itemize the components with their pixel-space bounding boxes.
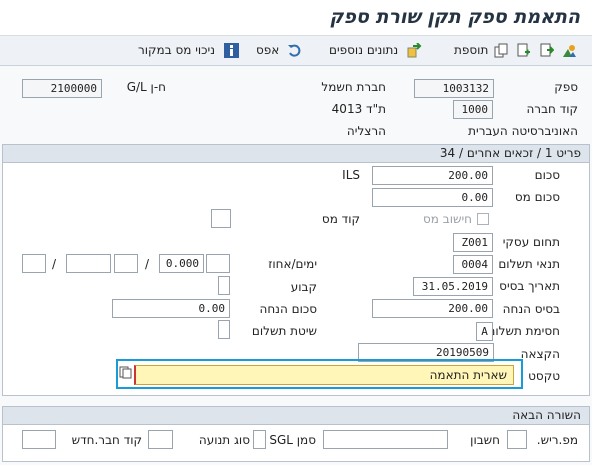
days-field-1[interactable]	[206, 254, 230, 273]
calc-tax-checkbox[interactable]	[477, 213, 489, 225]
amount-field[interactable]: 200.00	[372, 166, 493, 185]
withholding-tax-button[interactable]: ניכוי מס במקור	[138, 43, 215, 57]
item-section-title: פריט 1 / זכאים אחרים / 34	[439, 146, 581, 160]
tax-code-field[interactable]	[211, 209, 231, 228]
vendor-field[interactable]: 1003132	[414, 79, 494, 98]
calc-tax-label: חישוב מס	[423, 212, 472, 226]
tax-amount-label: סכום מס	[514, 190, 560, 204]
account-field[interactable]	[323, 430, 448, 449]
page-title: התאמת ספק תקן שורת ספק	[329, 6, 580, 28]
vendor-label: ספק	[554, 80, 578, 94]
trans-type-field[interactable]	[148, 430, 173, 449]
separator-2: /	[52, 257, 57, 271]
gl-account-field[interactable]: 2100000	[22, 79, 102, 98]
posting-key-field[interactable]	[507, 430, 527, 449]
base-date-field[interactable]: 31.05.2019	[413, 277, 493, 296]
percent-field-2[interactable]	[66, 254, 111, 273]
text-field[interactable]: שארית התאמה	[134, 365, 514, 385]
sgl-label: סמן SGL	[269, 433, 316, 447]
days-field-2[interactable]	[114, 254, 138, 273]
posting-key-label: מפ.ריש.	[536, 433, 578, 447]
sgl-field[interactable]	[253, 430, 266, 449]
zero-button[interactable]: אפס	[256, 43, 279, 57]
tax-amount-field[interactable]: 0.00	[372, 188, 493, 207]
next-line-title: השורה הבאה	[512, 408, 581, 422]
move-data-icon[interactable]	[407, 43, 422, 58]
payment-terms-label: תנאי תשלום	[498, 257, 560, 271]
new-company-label: קוד חבר.חדש	[71, 433, 142, 447]
payment-method-label: שיטת תשלום	[251, 324, 317, 338]
text-field-focus-frame: שארית התאמה	[116, 359, 523, 389]
discount-amount-field[interactable]: 0.00	[112, 299, 230, 318]
doc-add-icon[interactable]	[516, 43, 531, 58]
university-text: האוניברסיטה העברית	[468, 124, 578, 138]
payment-method-field[interactable]	[218, 320, 230, 339]
company-code-field[interactable]: 1000	[453, 100, 493, 119]
next-line-header: השורה הבאה	[3, 407, 589, 425]
long-text-icon[interactable]	[119, 366, 132, 379]
additions-button[interactable]: תוספת	[454, 43, 488, 57]
toolbar: תוספת נתונים נוספים אפס ניכוי מס במקור	[0, 36, 592, 66]
info-icon[interactable]	[224, 43, 239, 58]
more-data-button[interactable]: נתונים נוספים	[329, 43, 398, 57]
trans-type-label: סוג תנועה	[198, 433, 250, 447]
gl-account-label: ח-ן G/L	[126, 80, 166, 94]
payment-terms-field[interactable]: 0004	[453, 255, 493, 274]
tax-code-label: קוד מס	[321, 212, 360, 226]
company-name-label: חברת חשמל	[321, 80, 386, 94]
percent-field-1[interactable]: 0.000	[159, 254, 204, 273]
payment-block-field[interactable]: A	[476, 322, 493, 341]
days-percent-label: ימים/אחוז	[268, 257, 317, 271]
company-code-label: קוד חברה	[526, 102, 578, 116]
base-date-label: תאריך בסיס	[499, 279, 560, 293]
new-company-field[interactable]	[22, 430, 56, 449]
days-field-3[interactable]	[22, 254, 46, 273]
fixed-field[interactable]	[218, 276, 230, 295]
po-box-text: ת"ד 4013	[331, 102, 386, 116]
item-panel-header: פריט 1 / זכאים אחרים / 34	[3, 145, 589, 163]
discount-base-field[interactable]: 200.00	[372, 299, 493, 318]
payment-block-label: חסימת תשלום	[487, 324, 560, 338]
assignment-label: הקצאה	[520, 347, 560, 361]
landscape-icon[interactable]	[562, 43, 577, 58]
discount-amount-label: סכום הנחה	[259, 302, 317, 316]
copy-docs-icon[interactable]	[494, 43, 509, 58]
currency-text: ILS	[342, 168, 360, 182]
undo-icon[interactable]	[287, 43, 302, 58]
amount-label: סכום	[534, 168, 560, 182]
separator-1: /	[145, 257, 150, 271]
fixed-label: קבוע	[290, 280, 317, 294]
city-text: הרצליה	[346, 124, 386, 138]
text-label: טקסט	[528, 369, 560, 383]
discount-base-label: בסיס הנחה	[502, 302, 560, 316]
doc-forward-icon[interactable]	[539, 43, 554, 58]
account-label: חשבון	[470, 433, 500, 447]
business-area-field[interactable]: Z001	[453, 233, 493, 252]
title-bar: התאמת ספק תקן שורת ספק	[0, 0, 592, 36]
business-area-label: תחום עסקי	[502, 235, 560, 249]
